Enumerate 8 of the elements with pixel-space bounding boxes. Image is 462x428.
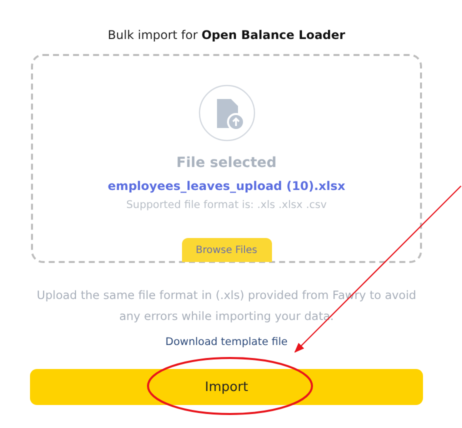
file-upload-icon bbox=[198, 84, 256, 142]
heading: Bulk import for Open Balance Loader bbox=[108, 27, 346, 44]
download-template-link[interactable]: Download template file bbox=[165, 335, 288, 349]
drop-zone[interactable]: File selected employees_leaves_upload (10).xlsx Supported file format is: .xls .xlsx .csv Browse Files bbox=[31, 54, 422, 263]
import-button[interactable]: Import bbox=[30, 369, 423, 405]
upload-status: File selected bbox=[176, 154, 277, 172]
supported-formats: Supported file format is: .xls .xlsx .csv bbox=[126, 198, 327, 212]
file-name: employees_leaves_upload (10).xlsx bbox=[108, 178, 346, 194]
